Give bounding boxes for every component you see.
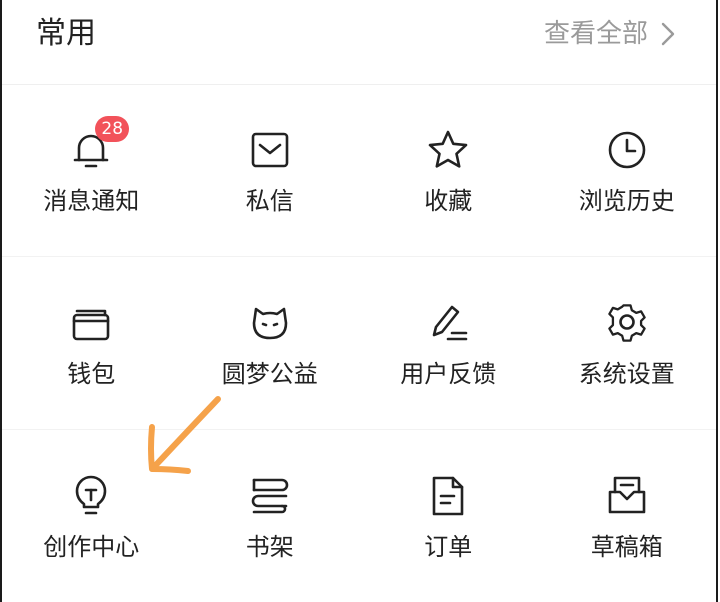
menu-item-label: 系统设置 bbox=[578, 360, 675, 388]
common-functions-card: 常用 查看全部 28 消息通知 私信 收藏 浏览历史 钱包 圆梦公益 用户反馈 … bbox=[0, 0, 718, 602]
pen-icon bbox=[426, 301, 470, 345]
menu-item-label: 浏览历史 bbox=[578, 187, 675, 215]
chevron-right-icon bbox=[661, 22, 675, 46]
menu-item-label: 用户反馈 bbox=[400, 360, 497, 388]
lightbulb-icon bbox=[69, 474, 113, 518]
star-icon bbox=[426, 128, 470, 172]
section-header: 常用 查看全部 bbox=[2, 0, 716, 85]
inbox-icon bbox=[605, 474, 649, 518]
cat-face-icon bbox=[248, 301, 292, 345]
menu-item-label: 钱包 bbox=[67, 360, 116, 388]
envelope-icon bbox=[248, 128, 292, 172]
menu-item-label: 圆梦公益 bbox=[221, 360, 318, 388]
menu-item-favorites[interactable]: 收藏 bbox=[359, 84, 538, 256]
menu-item-creator-center[interactable]: 创作中心 bbox=[2, 430, 181, 602]
menu-item-history[interactable]: 浏览历史 bbox=[538, 84, 717, 256]
menu-item-notifications[interactable]: 28 消息通知 bbox=[2, 84, 181, 256]
menu-item-bookshelf[interactable]: 书架 bbox=[181, 430, 360, 602]
menu-item-label: 书架 bbox=[245, 533, 294, 561]
notification-badge: 28 bbox=[95, 116, 130, 142]
gear-icon bbox=[605, 301, 649, 345]
wallet-icon bbox=[69, 301, 113, 345]
menu-item-charity[interactable]: 圆梦公益 bbox=[181, 257, 360, 429]
menu-item-label: 收藏 bbox=[424, 187, 473, 215]
books-icon bbox=[248, 474, 292, 518]
menu-item-drafts[interactable]: 草稿箱 bbox=[538, 430, 717, 602]
menu-item-wallet[interactable]: 钱包 bbox=[2, 257, 181, 429]
menu-item-label: 订单 bbox=[424, 533, 473, 561]
grid-row: 创作中心 书架 订单 草稿箱 bbox=[2, 430, 716, 602]
grid-row: 28 消息通知 私信 收藏 浏览历史 bbox=[2, 84, 716, 257]
grid-row: 钱包 圆梦公益 用户反馈 系统设置 bbox=[2, 257, 716, 430]
section-title: 常用 bbox=[36, 16, 96, 51]
menu-item-label: 创作中心 bbox=[43, 533, 140, 561]
view-all-link[interactable]: 查看全部 bbox=[544, 14, 676, 54]
menu-item-settings[interactable]: 系统设置 bbox=[538, 257, 717, 429]
view-all-label: 查看全部 bbox=[543, 19, 648, 49]
menu-item-orders[interactable]: 订单 bbox=[359, 430, 538, 602]
menu-item-feedback[interactable]: 用户反馈 bbox=[359, 257, 538, 429]
menu-item-label: 草稿箱 bbox=[590, 533, 663, 561]
menu-item-label: 消息通知 bbox=[43, 187, 140, 215]
menu-item-private-messages[interactable]: 私信 bbox=[181, 84, 360, 256]
menu-item-label: 私信 bbox=[245, 187, 294, 215]
clock-icon bbox=[605, 128, 649, 172]
document-icon bbox=[426, 474, 470, 518]
